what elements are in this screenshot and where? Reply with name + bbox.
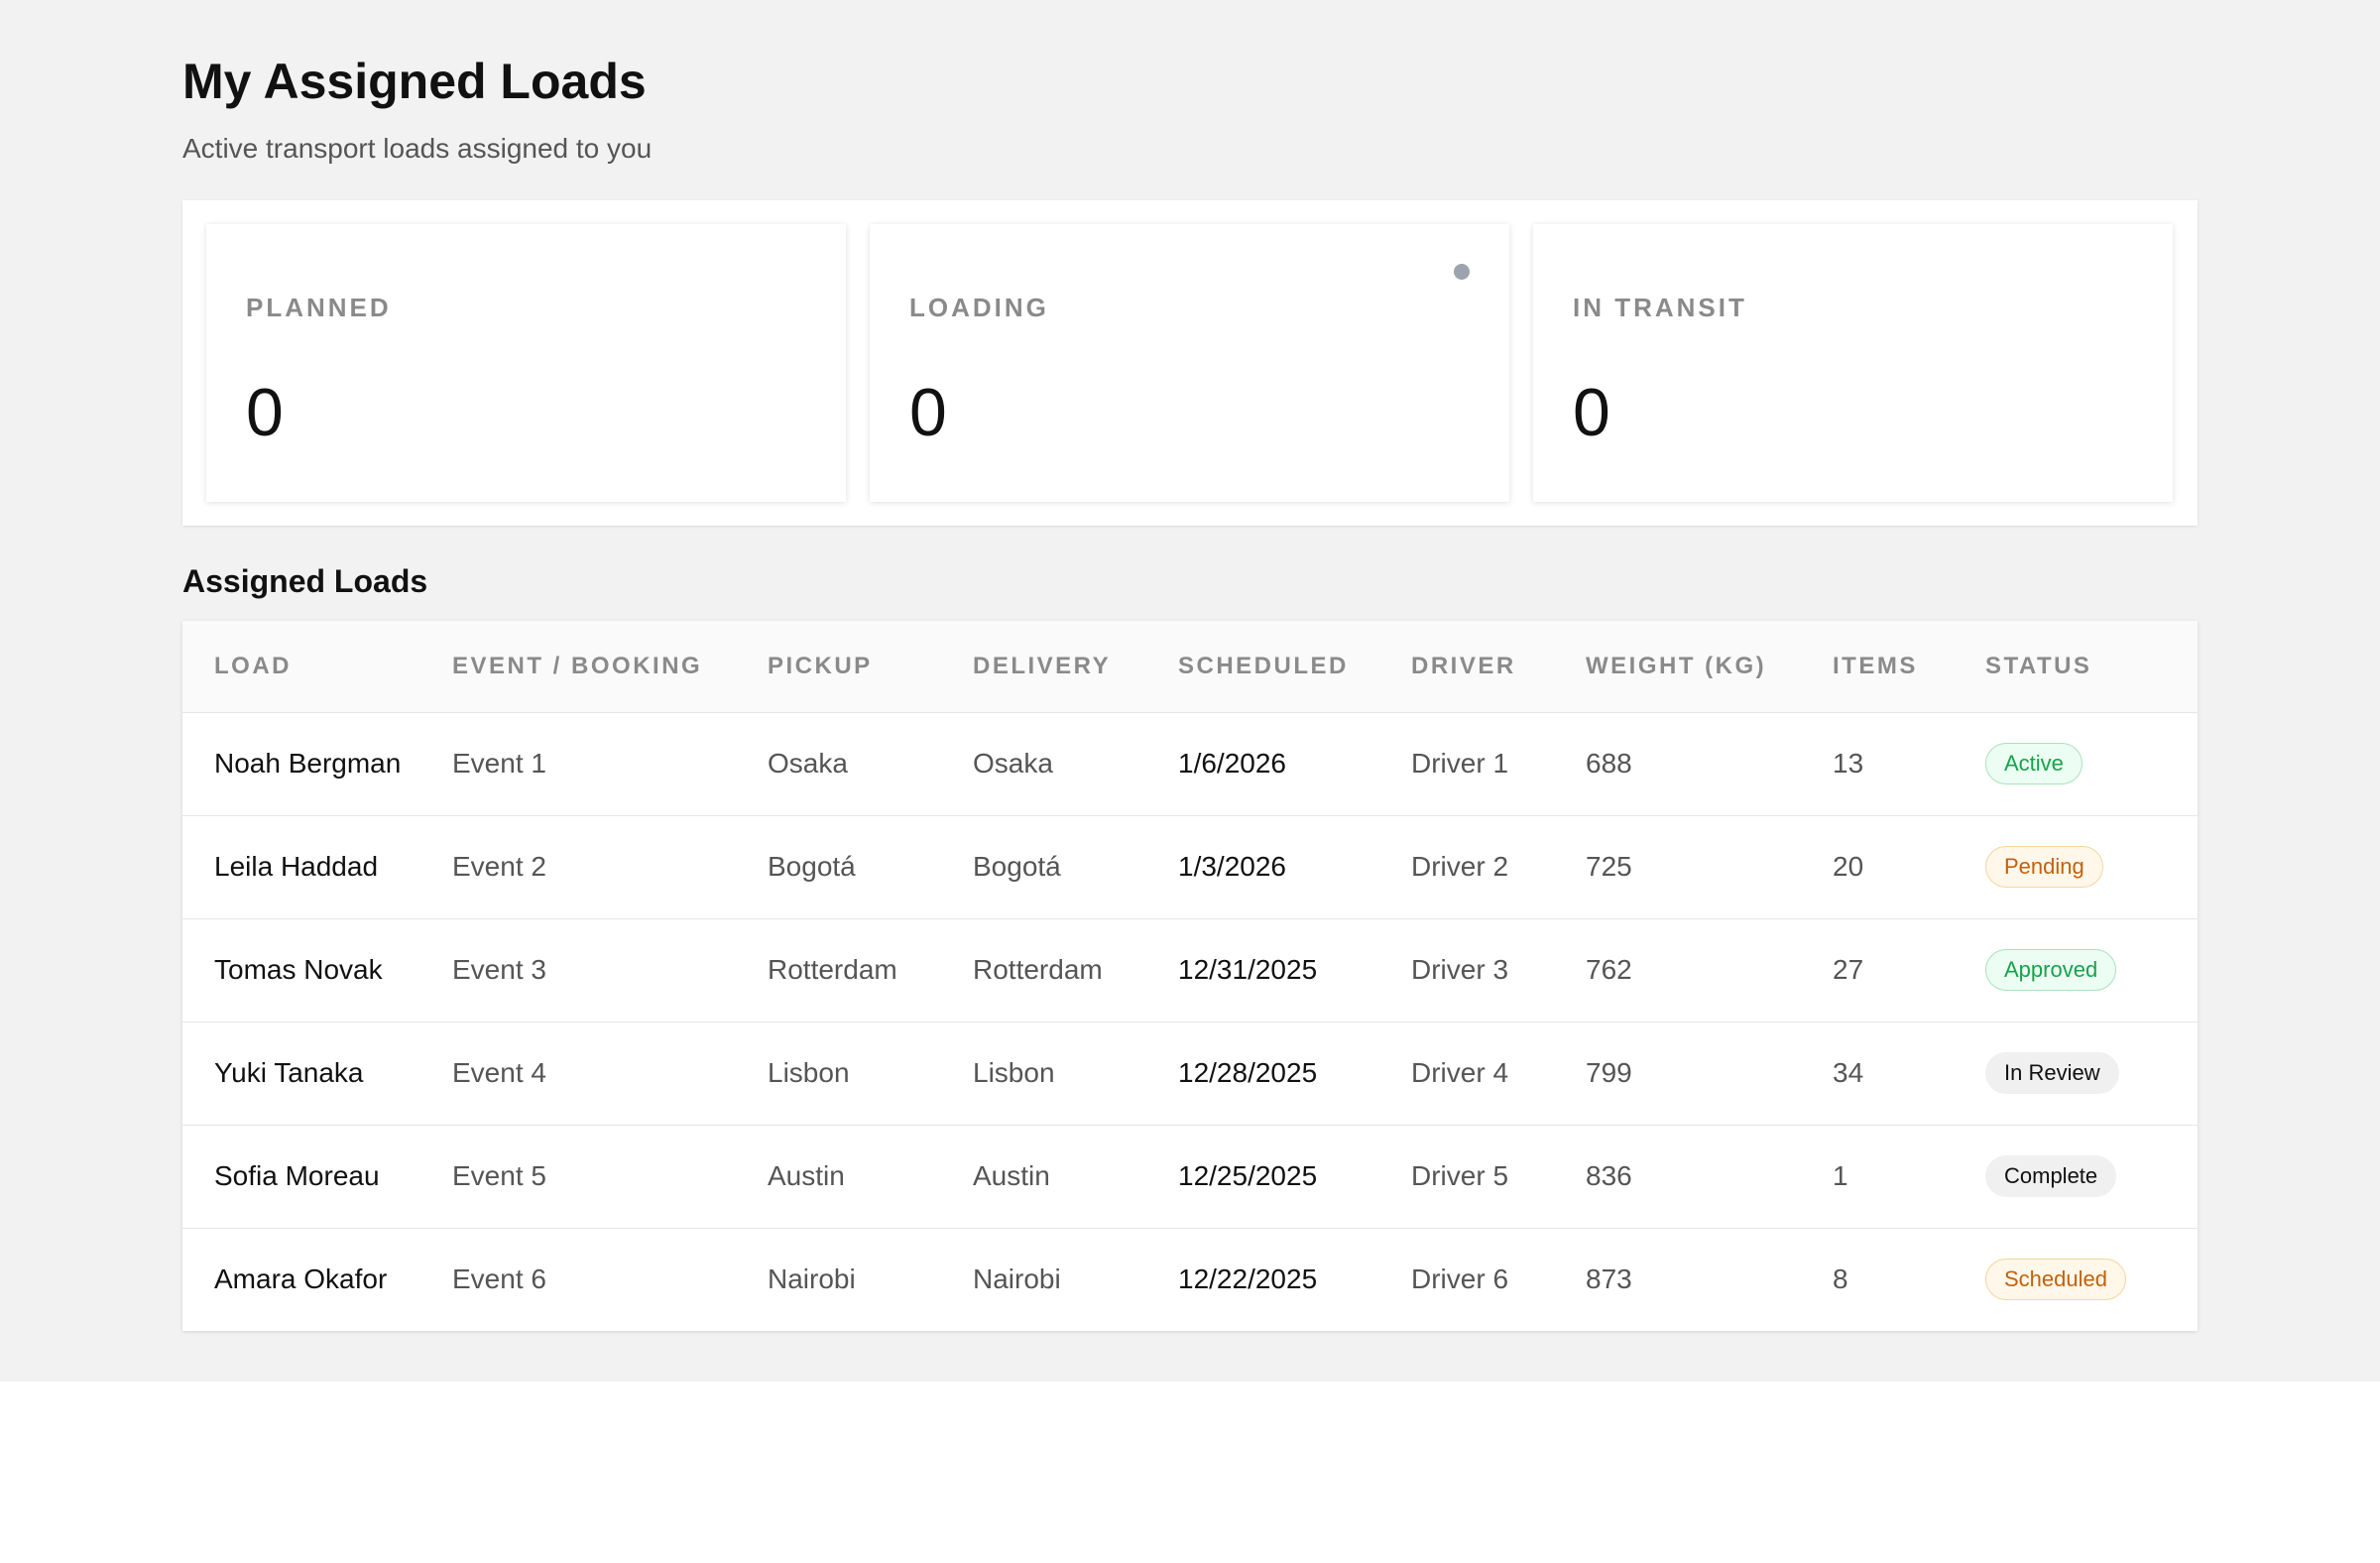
column-header-event-booking[interactable]: EVENT / BOOKING	[452, 621, 768, 712]
cell-pickup: Austin	[768, 1160, 845, 1191]
column-header-delivery[interactable]: DELIVERY	[973, 621, 1178, 712]
page-subtitle: Active transport loads assigned to you	[182, 133, 653, 164]
cell-delivery: Austin	[973, 1160, 1050, 1191]
stat-value: 0	[1573, 375, 1610, 450]
status-badge: Complete	[1985, 1155, 2117, 1197]
status-dot-icon	[1454, 264, 1470, 280]
cell-pickup: Lisbon	[768, 1057, 850, 1088]
page-background: My Assigned Loads Active transport loads…	[0, 0, 2380, 1382]
status-badge: Scheduled	[1985, 1259, 2126, 1301]
cell-weight: 725	[1586, 851, 1632, 882]
column-header-weight[interactable]: WEIGHT (KG)	[1586, 621, 1833, 712]
cell-items: 27	[1833, 954, 1864, 985]
cell-driver: Driver 2	[1411, 851, 1509, 882]
cell-weight: 836	[1586, 1160, 1632, 1191]
cell-event: Event 4	[452, 1057, 546, 1088]
cell-pickup: Bogotá	[768, 851, 856, 882]
table-header-row: LOAD EVENT / BOOKING PICKUP DELIVERY SCH…	[182, 621, 2198, 712]
cell-delivery: Rotterdam	[973, 954, 1103, 985]
cell-status: In Review	[1985, 1022, 2198, 1125]
cell-pickup: Rotterdam	[768, 954, 897, 985]
cell-load: Amara Okafor	[214, 1263, 388, 1295]
cell-event: Event 1	[452, 748, 546, 779]
cell-scheduled: 12/22/2025	[1178, 1263, 1318, 1295]
cell-driver: Driver 4	[1411, 1057, 1509, 1088]
column-header-status[interactable]: STATUS	[1985, 621, 2198, 712]
stat-label: PLANNED	[246, 293, 392, 322]
cell-event: Event 5	[452, 1160, 546, 1191]
stat-card-planned: PLANNED 0	[206, 224, 846, 502]
column-header-items[interactable]: ITEMS	[1833, 621, 1985, 712]
column-header-load[interactable]: LOAD	[182, 621, 452, 712]
table-row[interactable]: Tomas Novak Event 3 Rotterdam Rotterdam …	[182, 918, 2198, 1022]
stat-label: IN TRANSIT	[1573, 293, 1747, 322]
cell-status: Approved	[1985, 918, 2198, 1022]
cell-pickup: Nairobi	[768, 1263, 856, 1295]
cell-event: Event 3	[452, 954, 546, 985]
status-badge: Active	[1985, 743, 2082, 784]
cell-weight: 762	[1586, 954, 1632, 985]
cell-delivery: Lisbon	[973, 1057, 1055, 1088]
cell-scheduled: 12/28/2025	[1178, 1057, 1318, 1088]
cell-load: Tomas Novak	[214, 954, 383, 985]
cell-status: Scheduled	[1985, 1228, 2198, 1331]
cell-items: 20	[1833, 851, 1864, 882]
cell-weight: 873	[1586, 1263, 1632, 1295]
stat-value: 0	[909, 375, 947, 450]
cell-items: 34	[1833, 1057, 1864, 1088]
cell-scheduled: 12/31/2025	[1178, 954, 1318, 985]
cell-status: Pending	[1985, 815, 2198, 918]
cell-scheduled: 1/3/2026	[1178, 851, 1286, 882]
cell-weight: 799	[1586, 1057, 1632, 1088]
stat-label: LOADING	[909, 293, 1049, 322]
cell-delivery: Nairobi	[973, 1263, 1061, 1295]
table-row[interactable]: Noah Bergman Event 1 Osaka Osaka 1/6/202…	[182, 712, 2198, 815]
cell-weight: 688	[1586, 748, 1632, 779]
cell-status: Complete	[1985, 1125, 2198, 1228]
stat-value: 0	[246, 375, 284, 450]
cell-items: 8	[1833, 1263, 1848, 1295]
loads-table: LOAD EVENT / BOOKING PICKUP DELIVERY SCH…	[182, 621, 2198, 1331]
stat-card-in-transit: IN TRANSIT 0	[1533, 224, 2173, 502]
cell-load: Yuki Tanaka	[214, 1057, 364, 1088]
cell-scheduled: 12/25/2025	[1178, 1160, 1318, 1191]
cell-items: 1	[1833, 1160, 1848, 1191]
cell-event: Event 6	[452, 1263, 546, 1295]
stat-card-loading: LOADING 0	[870, 224, 1509, 502]
status-badge: Approved	[1985, 949, 2117, 991]
cell-load: Noah Bergman	[214, 748, 402, 779]
cell-driver: Driver 6	[1411, 1263, 1509, 1295]
page-title: My Assigned Loads	[182, 54, 647, 109]
table-row[interactable]: Leila Haddad Event 2 Bogotá Bogotá 1/3/2…	[182, 815, 2198, 918]
cell-items: 13	[1833, 748, 1864, 779]
cell-driver: Driver 1	[1411, 748, 1509, 779]
table-row[interactable]: Yuki Tanaka Event 4 Lisbon Lisbon 12/28/…	[182, 1022, 2198, 1125]
column-header-pickup[interactable]: PICKUP	[768, 621, 973, 712]
column-header-scheduled[interactable]: SCHEDULED	[1178, 621, 1411, 712]
cell-delivery: Bogotá	[973, 851, 1061, 882]
cell-event: Event 2	[452, 851, 546, 882]
cell-driver: Driver 5	[1411, 1160, 1509, 1191]
table-row[interactable]: Amara Okafor Event 6 Nairobi Nairobi 12/…	[182, 1228, 2198, 1331]
cell-pickup: Osaka	[768, 748, 848, 779]
cell-status: Active	[1985, 712, 2198, 815]
cell-load: Sofia Moreau	[214, 1160, 380, 1191]
cell-delivery: Osaka	[973, 748, 1053, 779]
table-row[interactable]: Sofia Moreau Event 5 Austin Austin 12/25…	[182, 1125, 2198, 1228]
column-header-driver[interactable]: DRIVER	[1411, 621, 1586, 712]
cell-scheduled: 1/6/2026	[1178, 748, 1286, 779]
status-badge: Pending	[1985, 846, 2103, 888]
cell-driver: Driver 3	[1411, 954, 1509, 985]
cell-load: Leila Haddad	[214, 851, 379, 882]
section-title: Assigned Loads	[182, 563, 428, 599]
stats-panel: PLANNED 0 LOADING 0 IN TRANSIT 0	[182, 200, 2198, 526]
status-badge: In Review	[1985, 1052, 2119, 1094]
